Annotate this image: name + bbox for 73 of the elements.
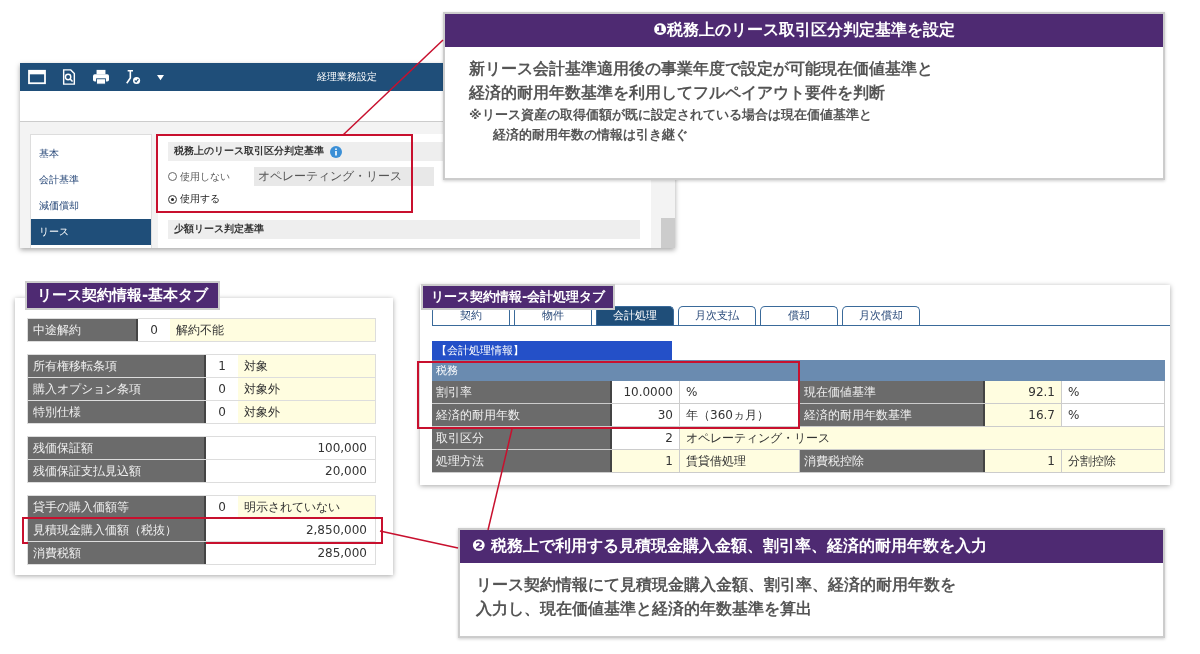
unit-cell: % xyxy=(1062,381,1165,403)
field-label: 特別仕様 xyxy=(28,401,206,423)
field-label: 購入オプション条項 xyxy=(28,378,206,400)
radio-option[interactable]: 使用する xyxy=(168,192,242,206)
section-header: 少額リース判定基準 xyxy=(168,220,640,239)
field-label: 残価保証額 xyxy=(28,437,206,459)
value-cell: 1 xyxy=(985,450,1062,472)
callout-title: ❶税務上のリース取引区分判定基準を設定 xyxy=(445,14,1163,47)
sidebar-item[interactable]: 基本 xyxy=(31,141,151,167)
sidebar-item[interactable]: 減価償却 xyxy=(31,193,151,219)
info-icon[interactable] xyxy=(330,145,342,158)
sidebar-item[interactable]: 会計基準 xyxy=(31,167,151,193)
field-label: 取引区分 xyxy=(432,427,612,449)
field-label: 割引率 xyxy=(432,381,612,403)
value-cell: 92.1 xyxy=(985,381,1062,403)
window-title: 経理業務設定 xyxy=(317,70,377,84)
field-label: 処理方法 xyxy=(432,450,612,472)
field-label: 所有権移転条項 xyxy=(28,355,206,377)
panel-title: リース契約情報-基本タブ xyxy=(25,281,221,310)
panel-title: リース契約情報-会計処理タブ xyxy=(421,284,616,310)
value-cell: 明示されていない xyxy=(238,496,375,518)
code-cell[interactable]: 0 xyxy=(138,319,170,341)
amount-field[interactable]: 2,850,000 xyxy=(206,519,375,541)
field-label: 現在価値基準 xyxy=(800,381,985,403)
tab[interactable]: 会計処理 xyxy=(596,306,674,325)
field-label: 残価保証支払見込額 xyxy=(28,460,206,482)
section-title: 税務上のリース取引区分判定基準 xyxy=(174,145,324,158)
sidebar-item[interactable]: リース xyxy=(31,219,151,245)
value-cell[interactable]: 30 xyxy=(612,404,680,426)
value-cell: 対象外 xyxy=(238,401,375,423)
code-cell[interactable]: 0 xyxy=(206,496,238,518)
value-cell: 解約不能 xyxy=(170,319,375,341)
select-field[interactable]: オペレーティング・リース xyxy=(254,167,434,186)
tab[interactable]: 月次償却 xyxy=(842,306,920,325)
amount-field[interactable]: 100,000 xyxy=(206,437,375,459)
field-label: 見積現金購入価額（税抜） xyxy=(28,519,206,541)
field-label: 消費税額 xyxy=(28,542,206,564)
tab[interactable]: 月次支払 xyxy=(678,306,756,325)
subsection-header: 税務 xyxy=(432,360,1165,381)
unit-cell: 賃貸借処理 xyxy=(680,450,800,472)
callout-title: ❷ 税務上で利用する見積現金購入金額、割引率、経済的耐用年数を入力 xyxy=(460,530,1163,563)
tab[interactable]: 償却 xyxy=(760,306,838,325)
unit-cell: 分割控除 xyxy=(1062,450,1165,472)
tool-check-icon[interactable] xyxy=(124,69,142,85)
callout-text: 新リース会計基準適用後の事業年度で設定が可能現在価値基準と xyxy=(469,58,934,80)
unit-cell: % xyxy=(1062,404,1165,426)
callout-text: 入力し、現在価値基準と経済的年数基準を算出 xyxy=(476,598,813,620)
value-cell: 16.7 xyxy=(985,404,1062,426)
section-header: 【会計処理情報】 xyxy=(432,341,672,360)
value-cell: 対象外 xyxy=(238,378,375,400)
note-text: 経済的耐用年数の情報は引き継ぐ xyxy=(491,126,689,144)
note-text: ※リース資産の取得価額が既に設定されている場合は現在価値基準と xyxy=(469,106,873,124)
callout-text: リース契約情報にて見積現金購入金額、割引率、経済的耐用年数を xyxy=(476,574,957,596)
window-icon[interactable] xyxy=(28,69,46,85)
value-cell: 対象 xyxy=(238,355,375,377)
code-cell[interactable]: 1 xyxy=(206,355,238,377)
field-label: 経済的耐用年数基準 xyxy=(800,404,985,426)
value-cell[interactable]: 1 xyxy=(612,450,680,472)
field-label: 消費税控除 xyxy=(800,450,985,472)
field-label: 貸手の購入価額等 xyxy=(28,496,206,518)
callout-text: 経済的耐用年数基準を利用してフルペイアウト要件を判断 xyxy=(469,82,886,104)
value-cell: オペレーティング・リース xyxy=(680,427,1165,449)
code-cell[interactable]: 0 xyxy=(206,378,238,400)
amount-field[interactable]: 285,000 xyxy=(206,542,375,564)
value-cell[interactable]: 10.0000 xyxy=(612,381,680,403)
radio-option[interactable]: 使用しない xyxy=(168,169,242,184)
amount-field[interactable]: 20,000 xyxy=(206,460,375,482)
field-label: 中途解約 xyxy=(28,319,138,341)
field-label: 経済的耐用年数 xyxy=(432,404,612,426)
code-cell[interactable]: 0 xyxy=(206,401,238,423)
caret-icon[interactable] xyxy=(156,73,165,81)
search-icon[interactable] xyxy=(60,69,78,85)
printer-icon[interactable] xyxy=(92,69,110,85)
